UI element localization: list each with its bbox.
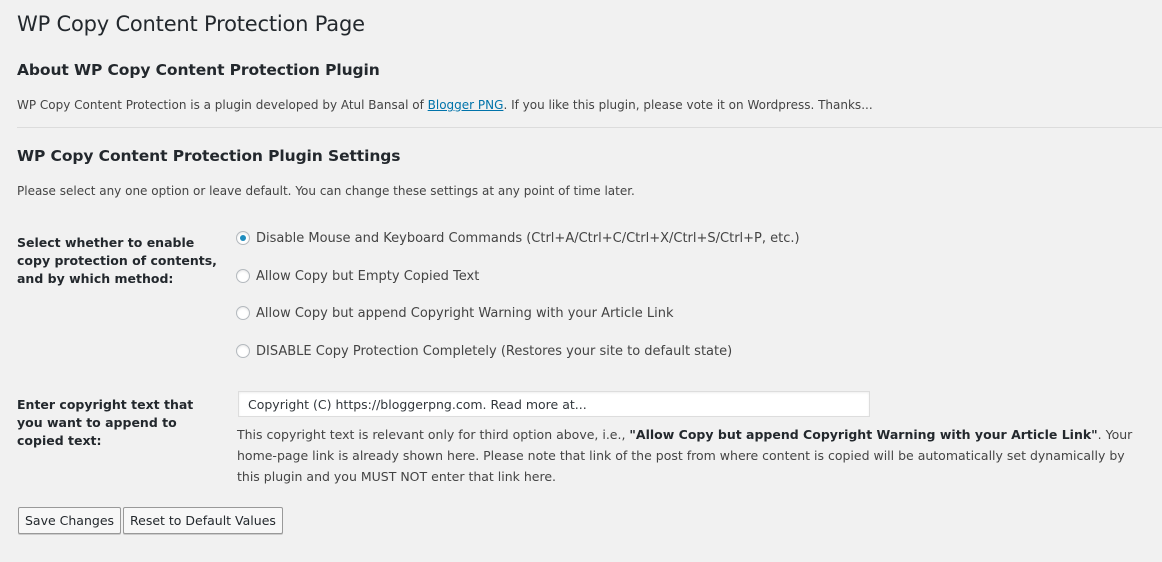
blogger-png-link[interactable]: Blogger PNG (428, 98, 504, 112)
radio-label-append-copyright: Allow Copy but append Copyright Warning … (256, 305, 674, 321)
page-title: WP Copy Content Protection Page (17, 12, 365, 36)
radio-option-append-copyright[interactable]: Allow Copy but append Copyright Warning … (236, 304, 674, 322)
radio-label-disable-commands: Disable Mouse and Keyboard Commands (Ctr… (256, 230, 800, 246)
about-heading: About WP Copy Content Protection Plugin (17, 61, 380, 79)
radio-label-disable-protection: DISABLE Copy Protection Completely (Rest… (256, 343, 733, 359)
radio-button-append-copyright[interactable] (236, 306, 250, 320)
radio-button-disable-commands[interactable] (236, 231, 250, 245)
about-description: WP Copy Content Protection is a plugin d… (17, 98, 873, 112)
protection-method-label: Select whether to enable copy protection… (17, 235, 217, 286)
radio-button-empty-copied-text[interactable] (236, 269, 250, 283)
settings-intro: Please select any one option or leave de… (17, 184, 635, 198)
settings-heading: WP Copy Content Protection Plugin Settin… (17, 147, 401, 165)
about-text-before: WP Copy Content Protection is a plugin d… (17, 98, 428, 112)
copyright-text-label: Enter copyright text that you want to ap… (17, 397, 194, 448)
radio-option-empty-copied-text[interactable]: Allow Copy but Empty Copied Text (236, 267, 479, 285)
help-text-bold: "Allow Copy but append Copyright Warning… (629, 427, 1098, 442)
reset-defaults-button[interactable]: Reset to Default Values (123, 507, 283, 534)
radio-option-disable-protection[interactable]: DISABLE Copy Protection Completely (Rest… (236, 342, 732, 360)
about-text-after: . If you like this plugin, please vote i… (503, 98, 873, 112)
section-divider (17, 127, 1162, 128)
copyright-help-text: This copyright text is relevant only for… (237, 424, 1147, 487)
save-changes-button[interactable]: Save Changes (18, 507, 122, 534)
radio-button-disable-protection[interactable] (236, 344, 250, 358)
help-text-before: This copyright text is relevant only for… (237, 427, 630, 442)
radio-label-empty-copied-text: Allow Copy but Empty Copied Text (256, 268, 480, 284)
radio-option-disable-commands[interactable]: Disable Mouse and Keyboard Commands (Ctr… (236, 229, 800, 247)
copyright-text-input[interactable] (238, 391, 870, 417)
